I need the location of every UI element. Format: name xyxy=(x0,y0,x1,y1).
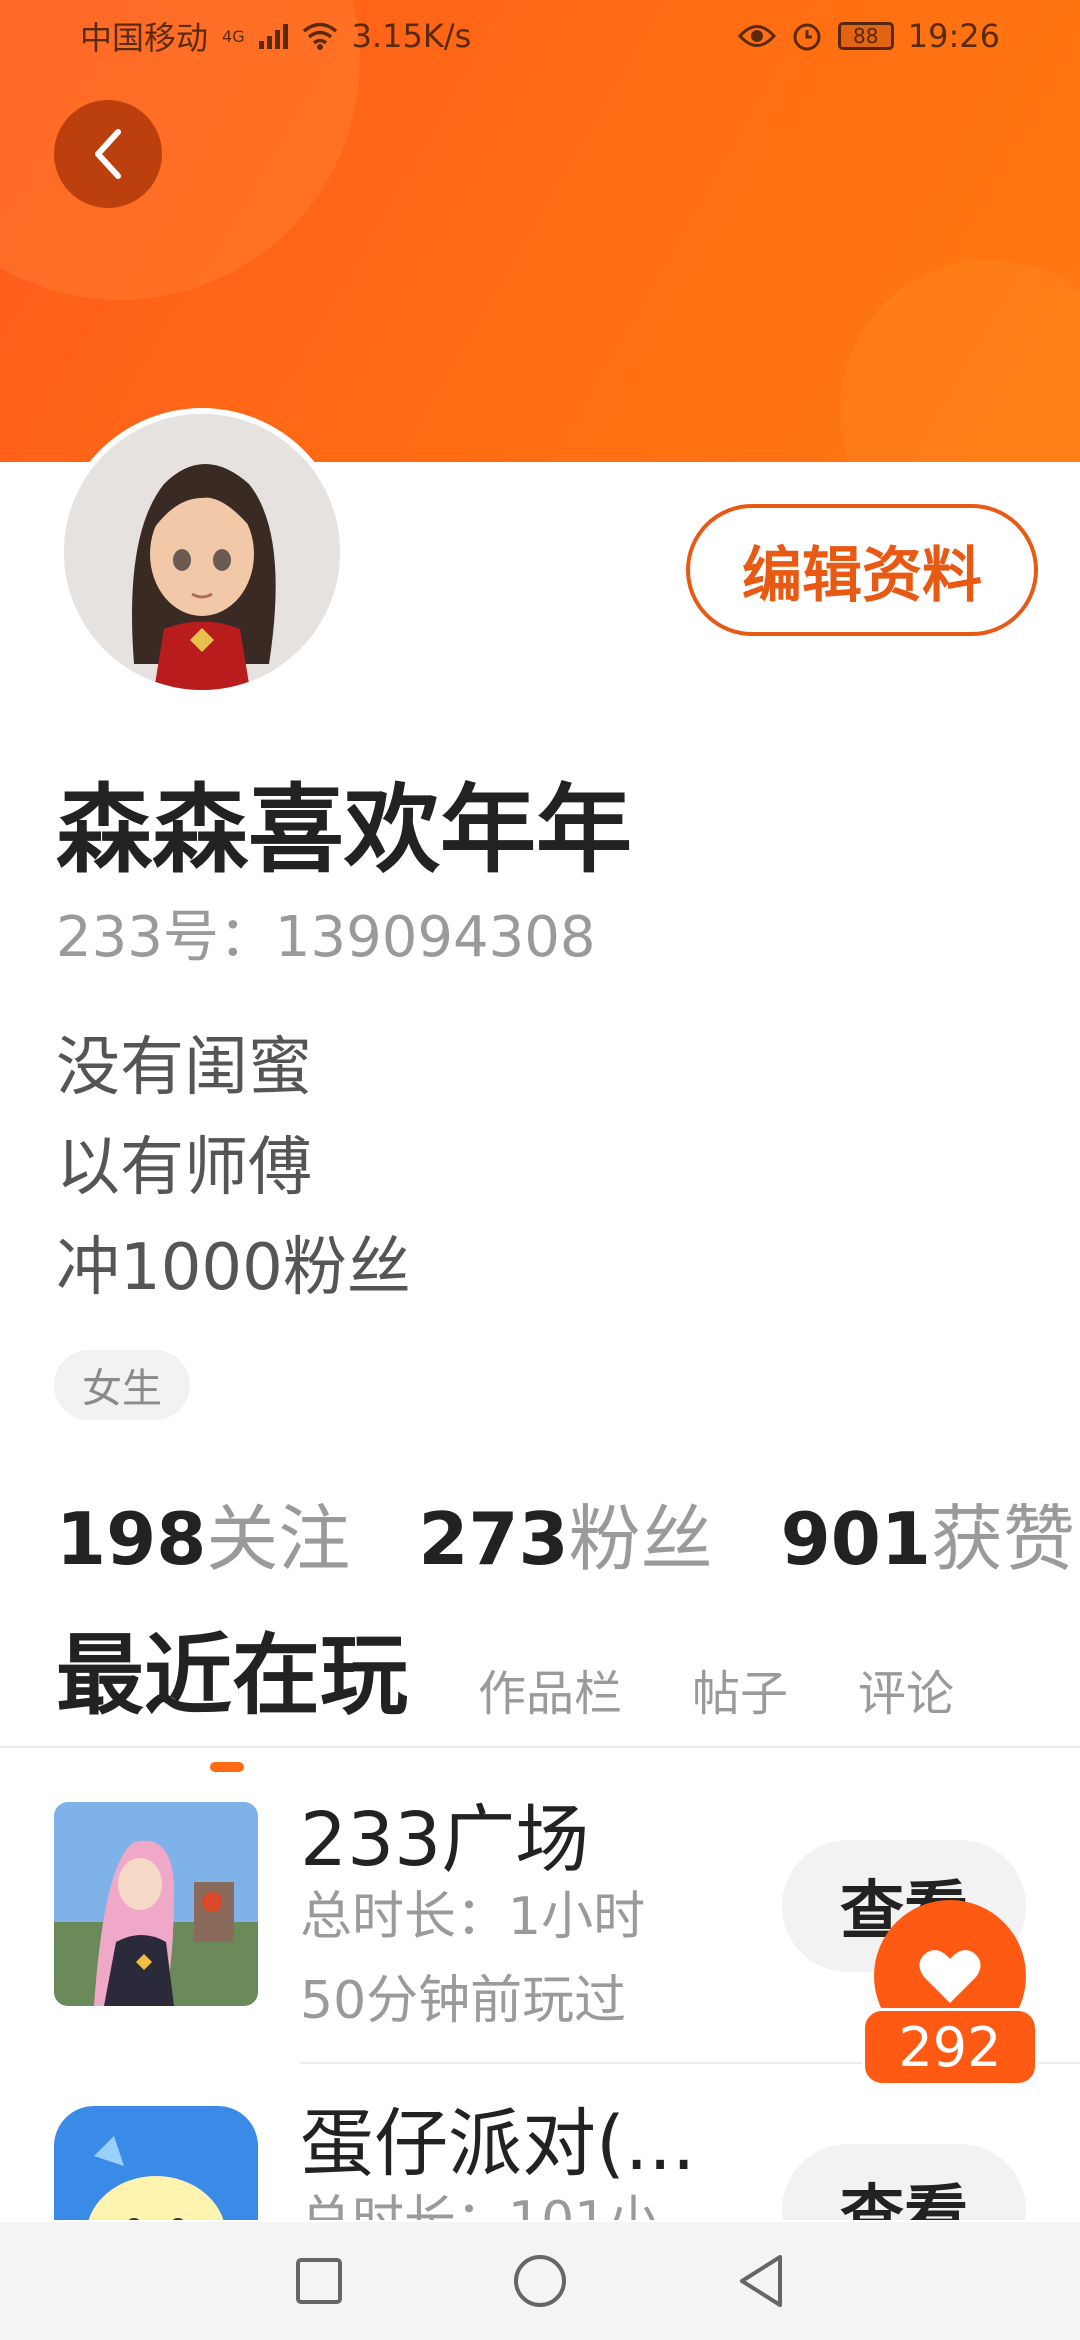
tab-comments[interactable]: 评论 xyxy=(858,1654,954,1732)
carrier-label: 中国移动 xyxy=(80,19,209,57)
stat-label: 关注 xyxy=(206,1497,351,1581)
game-thumbnail xyxy=(54,1802,258,2006)
eye-icon xyxy=(737,25,776,47)
game-duration: 总时长：101小 xyxy=(300,2178,659,2220)
like-count: 292 xyxy=(862,2008,1038,2086)
battery-icon: 88 xyxy=(837,22,894,50)
game-title: 233广场 xyxy=(300,1797,590,1883)
game-thumbnail xyxy=(54,2106,258,2220)
avatar-image xyxy=(64,414,340,690)
tab-works[interactable]: 作品栏 xyxy=(478,1654,622,1732)
game-duration: 总时长：1小时 xyxy=(300,1887,646,1947)
system-nav-bar xyxy=(0,2222,1080,2340)
tab-recently-played[interactable]: 最近在玩 xyxy=(56,1605,409,1772)
network-speed: 3.15K/s xyxy=(351,17,472,55)
tabs-divider xyxy=(0,1746,1080,1748)
tab-posts[interactable]: 帖子 xyxy=(692,1654,788,1732)
heart-icon xyxy=(919,1950,981,2003)
tab-label: 最近在玩 xyxy=(56,1624,409,1727)
nav-square-icon[interactable] xyxy=(294,2256,344,2306)
profile-name: 森森喜欢年年 xyxy=(56,774,632,886)
back-arrow-icon xyxy=(95,129,121,179)
gender-tag: 女生 xyxy=(54,1350,190,1420)
user-id: 233号：139094308 xyxy=(56,905,596,970)
nav-back-icon[interactable] xyxy=(736,2253,786,2309)
bio-line: 没有闺蜜 xyxy=(56,1031,312,1105)
stat-followers[interactable]: 273粉丝 xyxy=(418,1480,712,1585)
stat-likes[interactable]: 901获赞 xyxy=(781,1480,1075,1585)
back-button[interactable] xyxy=(54,100,162,208)
battery-level: 88 xyxy=(853,24,879,48)
signal-icon xyxy=(258,23,288,49)
stat-label: 获赞 xyxy=(930,1497,1075,1581)
profile-bio: 没有闺蜜 以有师傅 冲1000粉丝 xyxy=(56,1018,411,1318)
profile-tabs: 最近在玩 作品栏 帖子 评论 xyxy=(56,1622,1056,1772)
game-last-played: 50分钟前玩过 xyxy=(300,1971,627,2031)
stat-label: 粉丝 xyxy=(568,1497,713,1581)
clock-time: 19:26 xyxy=(907,17,1000,55)
like-widget[interactable]: 292 xyxy=(860,1900,1040,2100)
banner-decoration xyxy=(840,260,1080,462)
nav-circle-icon[interactable] xyxy=(512,2253,568,2309)
stat-following[interactable]: 198关注 xyxy=(56,1480,350,1585)
edit-profile-button[interactable]: 编辑资料 xyxy=(686,504,1038,636)
alarm-icon xyxy=(793,23,821,51)
network-label: 4G xyxy=(222,27,245,46)
bio-line: 冲1000粉丝 xyxy=(56,1231,411,1305)
stat-number: 273 xyxy=(418,1497,569,1581)
status-bar: 中国移动 4G 3.15K/s 88 19:26 xyxy=(0,0,1080,72)
profile-stats: 198关注 273粉丝 901获赞 xyxy=(56,1480,1075,1585)
stat-number: 901 xyxy=(780,1497,931,1581)
avatar[interactable] xyxy=(58,408,346,696)
bio-line: 以有师傅 xyxy=(56,1131,312,1205)
wifi-icon xyxy=(302,22,337,50)
view-button[interactable]: 查看 xyxy=(782,2144,1026,2220)
game-title: 蛋仔派对(... xyxy=(300,2101,696,2187)
stat-number: 198 xyxy=(56,1497,207,1581)
